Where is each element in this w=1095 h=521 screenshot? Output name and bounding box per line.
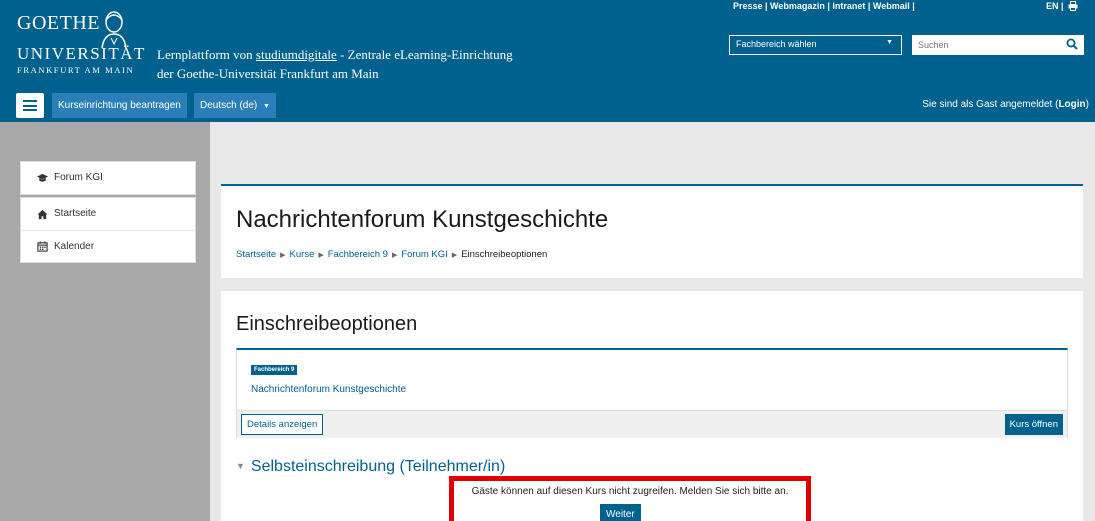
logo-universitaet-text: UNIVERSITÄT: [17, 44, 146, 63]
graduation-cap-icon: [37, 173, 48, 182]
sidebar-item-forum-kgi[interactable]: Forum KGI: [21, 162, 195, 194]
category-badge: Fachbereich 9: [251, 365, 298, 375]
language-print-links: EN |: [1046, 1, 1078, 11]
guest-status-suffix: ): [1085, 99, 1089, 110]
sidebar-item-kalender[interactable]: Kalender: [21, 230, 195, 262]
enrolment-heading: Einschreibeoptionen: [236, 313, 418, 335]
calendar-icon: [37, 241, 48, 252]
logo-city-text: FRANKFURT AM MAIN: [17, 65, 135, 75]
course-name-link[interactable]: Nachrichtenforum Kunstgeschichte: [251, 384, 406, 395]
course-box-footer: Details anzeigen Kurs öffnen: [237, 410, 1067, 438]
breadcrumb-startseite[interactable]: Startseite: [236, 249, 276, 260]
collapse-triangle-icon: ▼: [236, 461, 245, 471]
search-box: [912, 35, 1084, 55]
hamburger-icon-bar: [23, 109, 37, 111]
course-request-button[interactable]: Kurseinrichtung beantragen: [52, 93, 187, 118]
fachbereich-select-value: Fachbereich wählen: [736, 39, 817, 49]
home-icon: [37, 209, 48, 219]
open-course-button[interactable]: Kurs öffnen: [1004, 414, 1063, 435]
english-link[interactable]: EN |: [1046, 1, 1064, 11]
self-enrolment-section-toggle[interactable]: ▼ Selbsteinschreibung (Teilnehmer/in): [236, 458, 505, 476]
guest-access-message: Gäste können auf diesen Kurs nicht zugre…: [471, 486, 789, 497]
breadcrumb-fachbereich[interactable]: Fachbereich 9: [328, 249, 388, 260]
breadcrumb-separator-icon: ▶: [280, 252, 286, 259]
breadcrumb-separator-icon: ▶: [391, 252, 398, 259]
details-button[interactable]: Details anzeigen: [241, 414, 324, 435]
course-box: Fachbereich 9 Nachrichtenforum Kunstgesc…: [236, 348, 1068, 438]
sidebar-item-label: Startseite: [54, 208, 97, 219]
menu-toggle-button[interactable]: [16, 93, 44, 118]
main-nav-block: Startseite Kalender: [20, 197, 196, 263]
caret-down-icon: ▼: [263, 103, 270, 110]
breadcrumb: Startseite ▶ Kurse ▶ Fachbereich 9 ▶ Forum KGI…: [236, 249, 547, 260]
search-icon[interactable]: [1066, 38, 1078, 50]
breadcrumb-separator-icon: ▶: [451, 252, 458, 259]
page-header-card: Nachrichtenforum Kunstgeschichte Startse…: [221, 184, 1083, 278]
page-title: Nachrichtenforum Kunstgeschichte: [236, 206, 609, 233]
breadcrumb-separator-icon: ▶: [318, 252, 324, 259]
breadcrumb-current: Einschreibeoptionen: [461, 249, 548, 260]
guest-status: Sie sind als Gast angemeldet (Login): [922, 99, 1089, 110]
studiumdigitale-link[interactable]: studiumdigitale: [256, 47, 337, 62]
guest-access-notice: Gäste können auf diesen Kurs nicht zugre…: [449, 476, 811, 521]
goethe-portrait-icon: [101, 11, 127, 48]
fachbereich-select[interactable]: Fachbereich wählen ▼: [729, 35, 902, 55]
guest-status-prefix: Sie sind als Gast angemeldet (: [922, 99, 1059, 110]
university-logo[interactable]: GOETHE UNIVERSITÄT FRANKFURT AM MAIN: [17, 8, 145, 78]
login-link[interactable]: Login: [1058, 99, 1085, 110]
language-menu-button[interactable]: Deutsch (de) ▼: [194, 93, 276, 118]
hamburger-icon: [23, 100, 37, 102]
breadcrumb-kurse[interactable]: Kurse: [290, 249, 315, 260]
site-tagline: Lernplattform von studiumdigitale - Zent…: [157, 45, 517, 83]
sidebar-item-label: Forum KGI: [54, 172, 103, 183]
search-input[interactable]: [918, 36, 1058, 54]
logo-goethe-text: GOETHE: [17, 12, 100, 34]
sidebar-item-startseite[interactable]: Startseite: [21, 198, 195, 230]
breadcrumb-forum-kgi[interactable]: Forum KGI: [401, 249, 447, 260]
sidebar: Forum KGI Startseite Kalender: [0, 122, 210, 521]
caret-down-icon: ▼: [886, 39, 893, 46]
print-icon[interactable]: [1068, 1, 1078, 11]
site-header: GOETHE UNIVERSITÄT FRANKFURT AM MAIN Ler…: [0, 0, 1095, 122]
tagline-prefix: Lernplattform von: [157, 47, 256, 62]
hamburger-icon-bar: [23, 104, 37, 107]
course-nav-block: Forum KGI: [20, 161, 196, 195]
top-links[interactable]: Presse | Webmagazin | Intranet | Webmail…: [733, 1, 915, 11]
self-enrolment-title: Selbsteinschreibung (Teilnehmer/in): [250, 458, 506, 475]
language-menu-label: Deutsch (de): [200, 100, 258, 111]
sidebar-item-label: Kalender: [54, 240, 95, 252]
continue-button[interactable]: Weiter: [600, 504, 641, 521]
